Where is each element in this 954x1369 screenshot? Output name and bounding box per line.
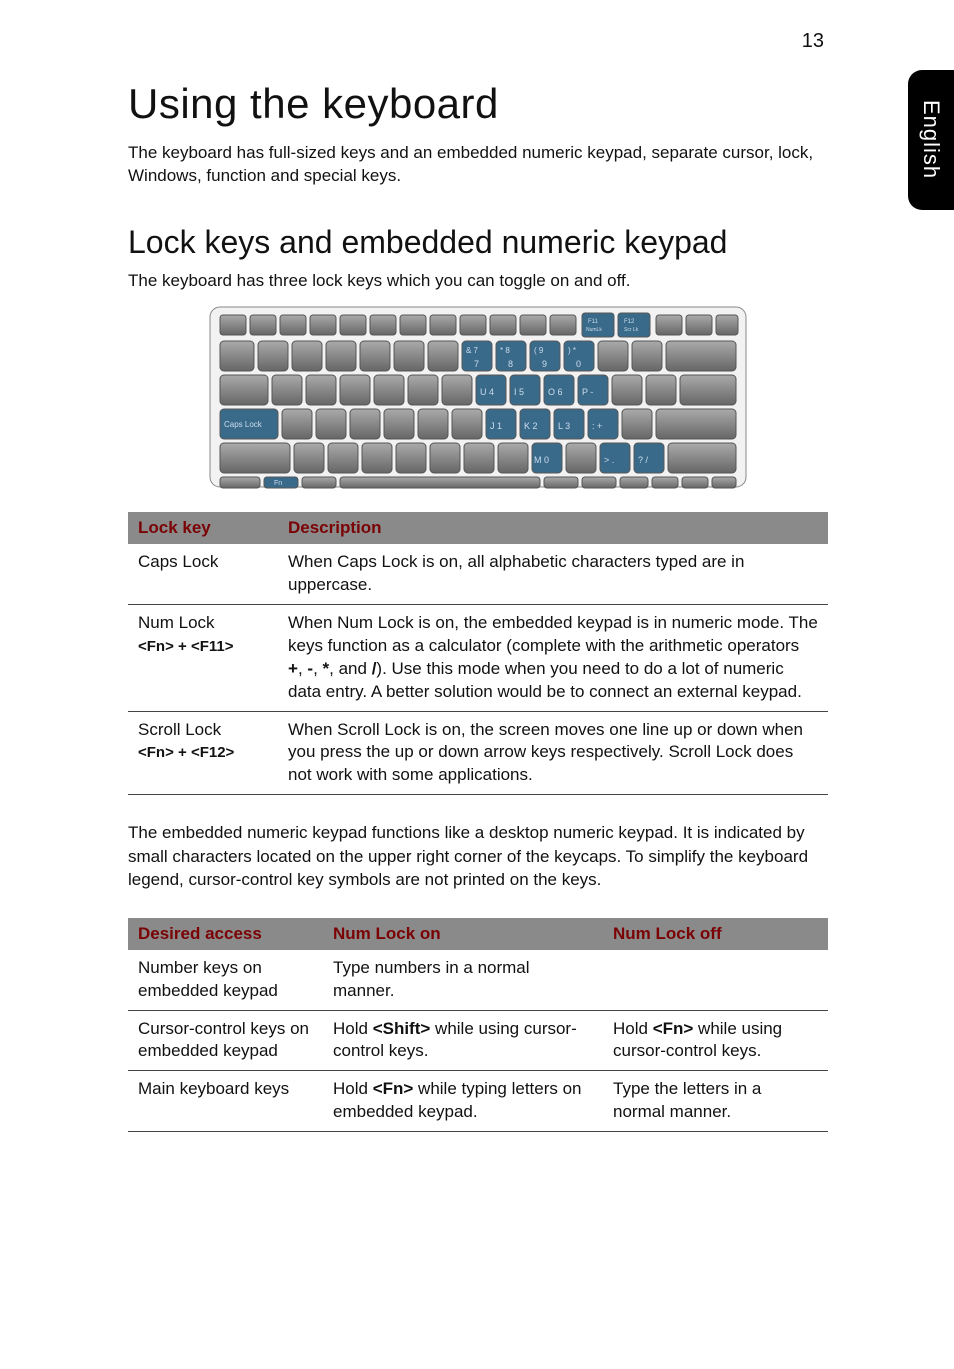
table-header: Desired access [128, 918, 323, 950]
cell-text: , [298, 659, 307, 678]
svg-text:: +: : + [592, 421, 602, 431]
svg-text:Scr Lk: Scr Lk [624, 327, 639, 333]
key-combo: <Shift> [373, 1019, 431, 1038]
svg-text:7: 7 [474, 359, 479, 369]
svg-text:) *: ) * [568, 346, 576, 355]
key-combo: <Fn> + <F11> [138, 638, 233, 655]
table-cell: Type numbers in a normal manner. [323, 950, 603, 1010]
page-title: Using the keyboard [128, 80, 828, 128]
svg-text:> .: > . [604, 455, 614, 465]
svg-text:Caps Lock: Caps Lock [224, 420, 263, 429]
intro-paragraph: The keyboard has full-sized keys and an … [128, 142, 828, 188]
table-row: Num Lock <Fn> + <F11> When Num Lock is o… [128, 604, 828, 711]
table-row: Main keyboard keys Hold <Fn> while typin… [128, 1071, 828, 1132]
svg-text:* 8: * 8 [500, 346, 510, 355]
cell-text: , and [329, 659, 372, 678]
svg-text:Fn: Fn [274, 480, 282, 487]
svg-text:8: 8 [508, 359, 513, 369]
svg-text:J 1: J 1 [490, 421, 502, 431]
table-header: Num Lock off [603, 918, 828, 950]
svg-text:O 6: O 6 [548, 387, 563, 397]
keyboard-illustration: F11 NumLk F12 Scr Lk & 7 7 * 8 8 ( 9 9 ) *0 U… [208, 305, 748, 490]
table-cell [603, 950, 828, 1010]
page-content: Using the keyboard The keyboard has full… [128, 80, 828, 1158]
svg-text:U 4: U 4 [480, 387, 494, 397]
table-row: Caps Lock When Caps Lock is on, all alph… [128, 544, 828, 604]
table-cell: Main keyboard keys [128, 1071, 323, 1132]
cell-text: When Num Lock is on, the embedded keypad… [288, 613, 818, 655]
table-cell: When Num Lock is on, the embedded keypad… [278, 604, 828, 711]
key-combo: <Fn> [373, 1079, 414, 1098]
table-cell: Hold <Fn> while typing letters on embedd… [323, 1071, 603, 1132]
lock-keys-table: Lock key Description Caps Lock When Caps… [128, 512, 828, 795]
table-row: Scroll Lock <Fn> + <F12> When Scroll Loc… [128, 711, 828, 795]
table-header-row: Lock key Description [128, 512, 828, 544]
cell-text: Hold [613, 1019, 653, 1038]
section-subtext: The keyboard has three lock keys which y… [128, 271, 828, 291]
cell-text: , [313, 659, 322, 678]
key-name: Num Lock [138, 613, 215, 632]
table-cell: When Scroll Lock is on, the screen moves… [278, 711, 828, 795]
table-cell: When Caps Lock is on, all alphabetic cha… [278, 544, 828, 604]
table-cell: Hold <Fn> while using cursor-control key… [603, 1010, 828, 1071]
svg-text:F12: F12 [624, 319, 635, 325]
operator: + [288, 659, 298, 678]
cell-text: Hold [333, 1019, 373, 1038]
key-combo: <Fn> + <F12> [138, 744, 234, 761]
body-paragraph: The embedded numeric keypad functions li… [128, 821, 828, 891]
svg-text:( 9: ( 9 [534, 346, 544, 355]
table-header: Num Lock on [323, 918, 603, 950]
table-cell: Hold <Shift> while using cursor-control … [323, 1010, 603, 1071]
table-cell: Num Lock <Fn> + <F11> [128, 604, 278, 711]
table-row: Cursor-control keys on embedded keypad H… [128, 1010, 828, 1071]
key-name: Scroll Lock [138, 720, 221, 739]
svg-text:L 3: L 3 [558, 421, 570, 431]
language-tab: English [908, 70, 954, 210]
svg-text:K 2: K 2 [524, 421, 538, 431]
svg-text:F11: F11 [588, 319, 599, 325]
table-cell: Caps Lock [128, 544, 278, 604]
svg-text:NumLk: NumLk [586, 327, 602, 333]
svg-text:P -: P - [582, 387, 593, 397]
svg-text:M 0: M 0 [534, 455, 549, 465]
access-table: Desired access Num Lock on Num Lock off … [128, 918, 828, 1133]
svg-text:I 5: I 5 [514, 387, 524, 397]
table-cell: Number keys on embedded keypad [128, 950, 323, 1010]
table-header: Description [278, 512, 828, 544]
section-heading: Lock keys and embedded numeric keypad [128, 224, 828, 261]
table-cell: Cursor-control keys on embedded keypad [128, 1010, 323, 1071]
cell-text: Hold [333, 1079, 373, 1098]
svg-text:? /: ? / [638, 455, 649, 465]
table-row: Number keys on embedded keypad Type numb… [128, 950, 828, 1010]
table-header: Lock key [128, 512, 278, 544]
svg-text:0: 0 [576, 359, 581, 369]
svg-text:9: 9 [542, 359, 547, 369]
page-number: 13 [802, 30, 824, 53]
svg-text:& 7: & 7 [466, 346, 479, 355]
table-header-row: Desired access Num Lock on Num Lock off [128, 918, 828, 950]
table-cell: Scroll Lock <Fn> + <F12> [128, 711, 278, 795]
table-cell: Type the letters in a normal manner. [603, 1071, 828, 1132]
key-combo: <Fn> [653, 1019, 694, 1038]
